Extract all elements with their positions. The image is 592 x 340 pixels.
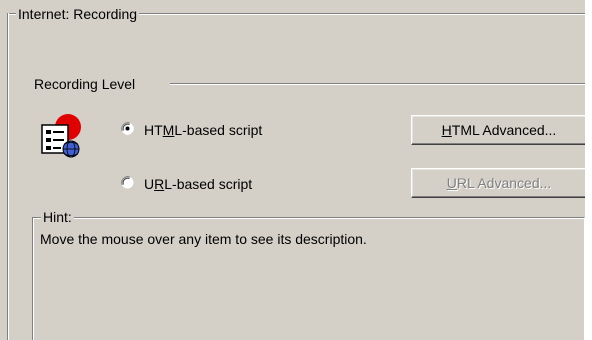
- recording-options-panel: Internet: Recording Recording Level HTML…: [0, 0, 592, 340]
- url-based-radio-label[interactable]: URL-based script: [144, 175, 252, 193]
- recording-level-separator: [170, 83, 585, 85]
- html-based-radio-label[interactable]: HTML-based script: [144, 121, 262, 139]
- html-advanced-button[interactable]: H TML Advanced...: [411, 115, 587, 145]
- url-based-radio[interactable]: [121, 176, 134, 189]
- url-advanced-button[interactable]: U RL Advanced...: [411, 168, 587, 198]
- recording-script-icon: [41, 114, 81, 158]
- group-frame-left: [7, 13, 9, 340]
- recording-level-label: Recording Level: [34, 75, 142, 93]
- hint-title: Hint:: [41, 208, 74, 226]
- html-based-radio[interactable]: [121, 122, 134, 135]
- hint-text: Move the mouse over any item to see its …: [40, 231, 367, 247]
- group-title: Internet: Recording: [16, 5, 140, 23]
- window-edge: [585, 0, 592, 340]
